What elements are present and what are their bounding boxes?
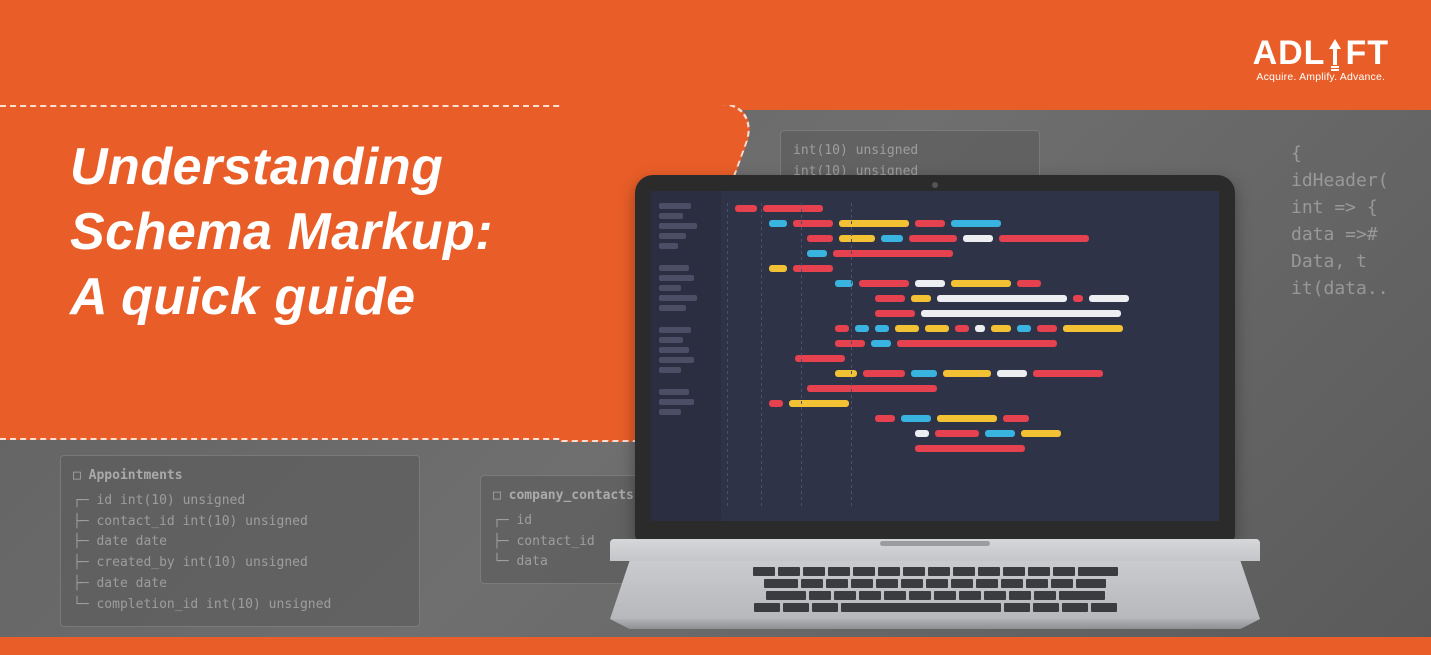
header-bar (0, 0, 1431, 110)
code-editor (721, 191, 1219, 521)
code-gutter (651, 191, 721, 521)
bg-code-snippet: { idHeader( int => { data =># Data, t it… (1291, 140, 1411, 302)
logo-arrow-icon (1326, 37, 1344, 71)
logo-text-right: FT (1345, 34, 1389, 73)
headline-line-2: Schema Markup: (70, 200, 493, 265)
laptop-lid (635, 175, 1235, 541)
footer-bar (0, 637, 1431, 655)
laptop-camera (932, 182, 938, 188)
logo-text-left: ADL (1253, 34, 1326, 73)
laptop-screen (651, 191, 1219, 521)
headline-line-1: Understanding (70, 135, 493, 200)
laptop-illustration (610, 175, 1260, 629)
brand-logo: ADL FT Acquire. Amplify. Advance. (1253, 34, 1389, 83)
headline: Understanding Schema Markup: A quick gui… (70, 135, 493, 330)
logo-tagline: Acquire. Amplify. Advance. (1253, 71, 1389, 83)
laptop-base (610, 539, 1260, 629)
headline-line-3: A quick guide (70, 265, 493, 330)
laptop-keyboard (610, 561, 1260, 619)
bg-db-panel-left: □ Appointments ┌─ id int(10) unsigned ├─… (60, 455, 420, 627)
